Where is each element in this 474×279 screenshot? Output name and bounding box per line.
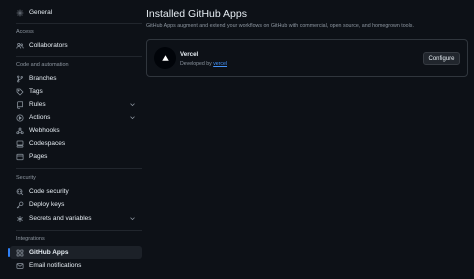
sidebar-item-actions[interactable]: Actions (10, 111, 142, 124)
active-indicator (8, 248, 10, 257)
settings-sidebar: General Access Collaborators Code and au… (8, 0, 142, 279)
sidebar-item-label: Pages (29, 153, 48, 160)
sidebar-item-codespaces[interactable]: Codespaces (10, 137, 142, 150)
page-subtitle: GitHub Apps augment and extend your work… (146, 23, 414, 29)
codescan-icon (16, 188, 24, 196)
developer-link[interactable]: vercel (213, 61, 227, 67)
sidebar-item-branches[interactable]: Branches (10, 72, 142, 85)
sidebar-item-pages[interactable]: Pages (10, 150, 142, 163)
settings-page: General Access Collaborators Code and au… (0, 0, 474, 279)
chevron-down-icon[interactable] (129, 101, 136, 108)
mail-icon (16, 262, 24, 270)
chevron-down-icon[interactable] (129, 114, 136, 121)
sidebar-item-secrets-variables[interactable]: Secrets and variables (10, 212, 142, 225)
sidebar-item-label: Email notifications (29, 262, 82, 269)
sidebar-item-label: Code security (29, 188, 69, 195)
asterisk-icon (16, 215, 24, 223)
sidebar-item-tags[interactable]: Tags (10, 85, 142, 98)
installed-app-card: Vercel Developed by vercel Configure (146, 39, 468, 77)
developed-by-label: Developed by (180, 61, 212, 67)
triangle-logo-icon (154, 47, 176, 69)
section-heading-code-automation: Code and automation (16, 62, 69, 68)
sidebar-item-label: Secrets and variables (29, 215, 92, 222)
sidebar-item-collaborators[interactable]: Collaborators (10, 39, 142, 52)
main-content: Installed GitHub Apps GitHub Apps augmen… (146, 0, 468, 279)
sidebar-divider (16, 168, 142, 169)
gear-icon (16, 9, 24, 17)
apps-grid-icon (16, 249, 24, 257)
sidebar-item-webhooks[interactable]: Webhooks (10, 124, 142, 137)
sidebar-item-rules[interactable]: Rules (10, 98, 142, 111)
sidebar-item-general[interactable]: General (10, 6, 142, 19)
key-icon (16, 201, 24, 209)
configure-button[interactable]: Configure (423, 52, 460, 65)
page-title: Installed GitHub Apps (146, 8, 247, 20)
browser-icon (16, 153, 24, 161)
repo-push-icon (16, 100, 24, 109)
sidebar-divider (16, 230, 142, 231)
sidebar-item-label: Webhooks (29, 127, 60, 134)
section-heading-access: Access (16, 29, 34, 35)
codespaces-icon (16, 140, 24, 148)
sidebar-item-label: Actions (29, 114, 51, 121)
sidebar-divider (16, 23, 142, 24)
sidebar-item-code-security[interactable]: Code security (10, 185, 142, 198)
sidebar-item-label: Collaborators (29, 42, 68, 49)
sidebar-divider (16, 56, 142, 57)
sidebar-item-label: Codespaces (29, 140, 66, 147)
play-circle-icon (16, 113, 24, 122)
chevron-down-icon[interactable] (129, 215, 136, 222)
webhook-icon (16, 127, 24, 135)
sidebar-item-github-apps[interactable]: GitHub Apps (8, 246, 142, 259)
sidebar-item-label: GitHub Apps (29, 249, 69, 256)
tag-icon (16, 88, 24, 96)
sidebar-item-deploy-keys[interactable]: Deploy keys (10, 198, 142, 211)
sidebar-item-email-notifications[interactable]: Email notifications (10, 259, 142, 272)
sidebar-item-label: Branches (29, 75, 57, 82)
app-name: Vercel (180, 51, 199, 58)
app-developer-line: Developed by vercel (180, 61, 227, 67)
sidebar-item-label: Rules (29, 101, 46, 108)
branch-icon (16, 75, 24, 83)
sidebar-item-label: Deploy keys (29, 201, 65, 208)
sidebar-item-label: Tags (29, 88, 43, 95)
section-heading-integrations: Integrations (16, 236, 45, 242)
sidebar-item-label: General (29, 9, 53, 16)
people-icon (16, 42, 24, 50)
section-heading-security: Security (16, 175, 36, 181)
